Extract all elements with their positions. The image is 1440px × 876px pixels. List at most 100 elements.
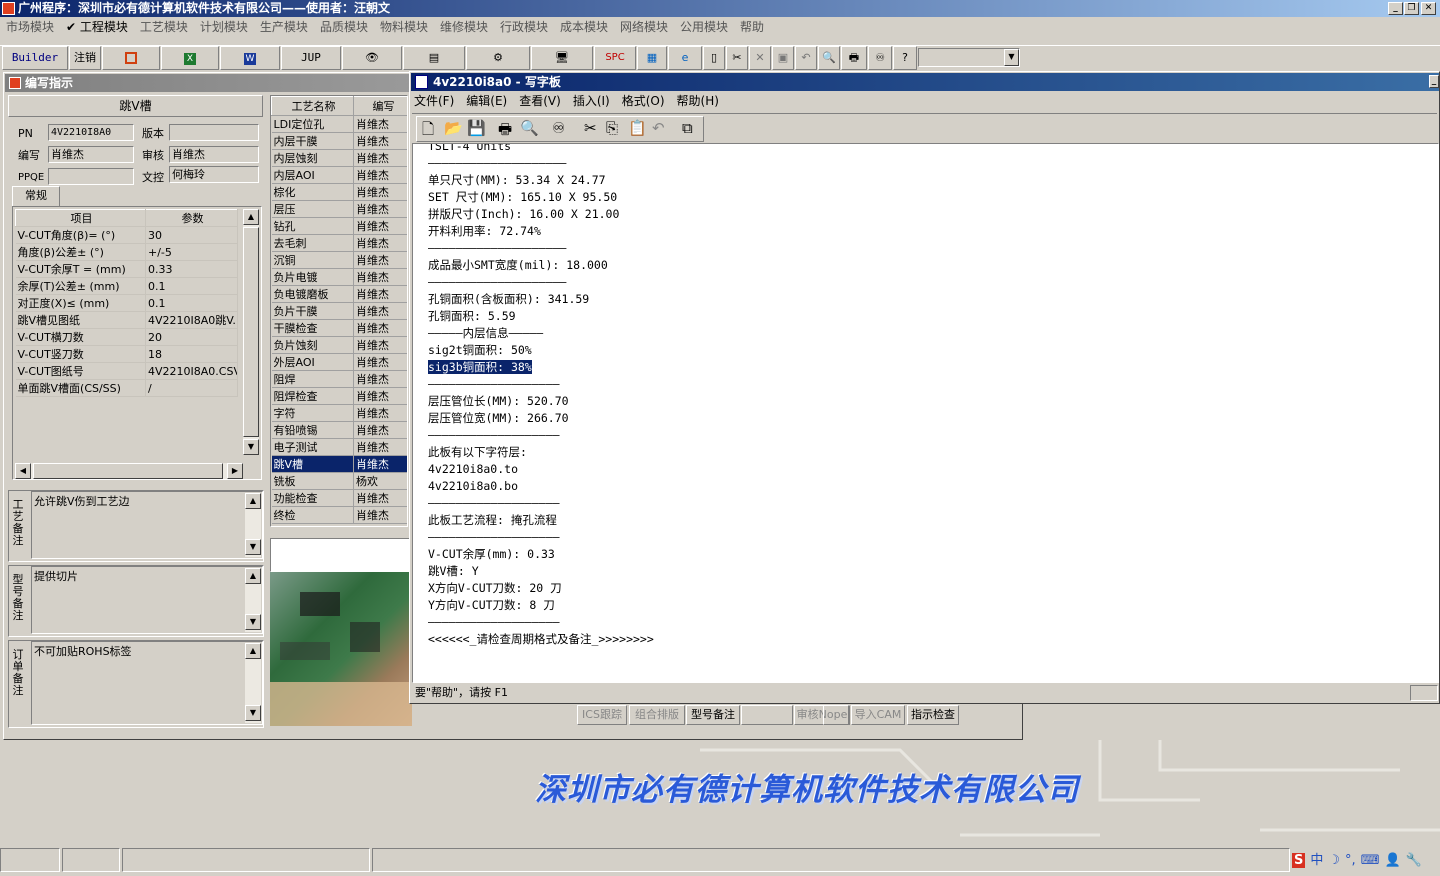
- computer-icon[interactable]: 🖥: [531, 46, 593, 70]
- process-name[interactable]: 电子测试: [271, 438, 354, 456]
- doc-control-field[interactable]: 何梅玲: [169, 166, 259, 183]
- process-name[interactable]: LDI定位孔: [271, 115, 354, 133]
- process-name[interactable]: 有铅喷锡: [271, 421, 354, 439]
- menu-item-6[interactable]: 物料模块: [380, 20, 428, 34]
- wordpad-menu-item[interactable]: 帮助(H): [677, 94, 719, 108]
- scroll-up-icon[interactable]: ▲: [245, 568, 261, 584]
- process-writer[interactable]: 肖维杰: [353, 234, 407, 252]
- process-name[interactable]: 干膜检查: [271, 319, 354, 337]
- process-name[interactable]: 内层蚀刻: [271, 149, 354, 167]
- note-text[interactable]: 不可加贴ROHS标签: [31, 641, 263, 725]
- logout-button[interactable]: 注销: [69, 46, 101, 70]
- print-preview-icon[interactable]: 🔍: [520, 119, 539, 137]
- process-row[interactable]: 沉铜 肖维杰: [271, 251, 407, 269]
- process-row[interactable]: 功能检查 肖维杰: [271, 489, 407, 507]
- bottom-tab-2[interactable]: 型号备注: [686, 705, 740, 725]
- note-scrollbar[interactable]: ▲ ▼: [245, 643, 261, 723]
- scissors-icon[interactable]: ✂: [726, 46, 748, 70]
- undo-icon[interactable]: ↶: [652, 119, 665, 137]
- process-writer[interactable]: 肖维杰: [353, 132, 407, 150]
- process-row[interactable]: 阻焊 肖维杰: [271, 370, 407, 388]
- process-writer[interactable]: 肖维杰: [353, 489, 407, 507]
- copy-icon[interactable]: ⎘: [606, 119, 618, 137]
- print-icon[interactable]: 🖶: [841, 46, 867, 70]
- param-name[interactable]: 对正度(X)≤ (mm): [15, 294, 146, 312]
- scroll-down-icon[interactable]: ▼: [245, 539, 261, 555]
- pn-field[interactable]: 4V2210I8A0: [48, 124, 134, 141]
- process-name[interactable]: 内层AOI: [271, 166, 354, 184]
- params-row[interactable]: 跳V槽见图纸 4V2210I8A0跳V...: [15, 311, 238, 329]
- menu-item-7[interactable]: 维修模块: [440, 20, 488, 34]
- process-row[interactable]: 钻孔 肖维杰: [271, 217, 407, 235]
- keyboard-icon[interactable]: ⌨: [1361, 853, 1380, 868]
- process-writer[interactable]: 肖维杰: [353, 217, 407, 235]
- hscroll-thumb[interactable]: [33, 463, 223, 479]
- powerpoint-icon[interactable]: [102, 46, 160, 70]
- user-icon[interactable]: 👤: [1384, 853, 1400, 868]
- params-row[interactable]: V-CUT横刀数 20: [15, 328, 238, 346]
- process-writer[interactable]: 肖维杰: [353, 438, 407, 456]
- bottom-tab-3[interactable]: [741, 705, 793, 725]
- param-value[interactable]: /: [145, 379, 238, 397]
- open-icon[interactable]: 📂: [444, 119, 463, 137]
- process-row[interactable]: 层压 肖维杰: [271, 200, 407, 218]
- params-header-item[interactable]: 项目: [15, 209, 146, 227]
- process-writer[interactable]: 肖维杰: [353, 455, 407, 473]
- scroll-left-icon[interactable]: ◀: [15, 463, 31, 479]
- close-button[interactable]: ✕: [1421, 2, 1436, 15]
- wordpad-menu-item[interactable]: 插入(I): [573, 94, 610, 108]
- process-row[interactable]: 内层干膜 肖维杰: [271, 132, 407, 150]
- process-name[interactable]: 外层AOI: [271, 353, 354, 371]
- wrench-icon[interactable]: 🔧: [1406, 853, 1422, 868]
- note-scrollbar[interactable]: ▲ ▼: [245, 568, 261, 632]
- param-name[interactable]: 余厚(T)公差± (mm): [15, 277, 146, 295]
- process-row[interactable]: LDI定位孔 肖维杰: [271, 115, 407, 133]
- image-caption-field[interactable]: [270, 538, 410, 572]
- param-name[interactable]: 单面跳V槽面(CS/SS): [15, 379, 146, 397]
- note-text[interactable]: 提供切片: [31, 566, 263, 634]
- preview-icon[interactable]: 🔍: [818, 46, 840, 70]
- scroll-up-icon[interactable]: ▲: [245, 643, 261, 659]
- menu-item-5[interactable]: 品质模块: [320, 20, 368, 34]
- params-header-value[interactable]: 参数: [145, 209, 238, 227]
- process-row[interactable]: 负电镀磨板 肖维杰: [271, 285, 407, 303]
- bottom-tab-1[interactable]: 组合排版: [629, 705, 685, 725]
- paste-icon[interactable]: 📋: [628, 119, 647, 137]
- process-writer[interactable]: 肖维杰: [353, 404, 407, 422]
- param-value[interactable]: 4V2210I8A0跳V...: [145, 311, 238, 329]
- process-row[interactable]: 跳V槽 肖维杰: [271, 455, 407, 473]
- delete-icon[interactable]: ✕: [749, 46, 771, 70]
- database-icon[interactable]: ▤: [403, 46, 465, 70]
- menu-item-12[interactable]: 帮助: [740, 20, 764, 34]
- param-value[interactable]: 20: [145, 328, 238, 346]
- process-row[interactable]: 内层蚀刻 肖维杰: [271, 149, 407, 167]
- moon-icon[interactable]: ☽: [1328, 853, 1340, 868]
- params-row[interactable]: 余厚(T)公差± (mm) 0.1: [15, 277, 238, 295]
- process-header-writer[interactable]: 编写: [353, 96, 407, 116]
- spc-button[interactable]: SPC: [594, 46, 636, 70]
- wordpad-menu-item[interactable]: 查看(V): [519, 94, 561, 108]
- find-icon[interactable]: ♾: [552, 119, 565, 137]
- process-row[interactable]: 负片蚀刻 肖维杰: [271, 336, 407, 354]
- tools-icon[interactable]: ⚙: [466, 46, 530, 70]
- process-writer[interactable]: 肖维杰: [353, 268, 407, 286]
- menu-item-10[interactable]: 网络模块: [620, 20, 668, 34]
- process-row[interactable]: 终检 肖维杰: [271, 506, 407, 524]
- param-value[interactable]: 0.33: [145, 260, 238, 278]
- version-field[interactable]: [169, 124, 259, 141]
- save-icon[interactable]: 💾: [467, 119, 486, 137]
- calendar-icon[interactable]: ▦: [637, 46, 667, 70]
- process-row[interactable]: 电子测试 肖维杰: [271, 438, 407, 456]
- process-name[interactable]: 负片蚀刻: [271, 336, 354, 354]
- process-row[interactable]: 负片干膜 肖维杰: [271, 302, 407, 320]
- new-icon[interactable]: 🗋: [422, 119, 434, 144]
- bottom-tab-0[interactable]: ICS跟踪: [577, 705, 627, 725]
- help-icon[interactable]: ?: [893, 46, 917, 70]
- param-value[interactable]: +/-5: [145, 243, 238, 261]
- process-row[interactable]: 去毛刺 肖维杰: [271, 234, 407, 252]
- menu-item-0[interactable]: 市场模块: [6, 20, 54, 34]
- params-row[interactable]: 角度(β)公差± (°) +/-5: [15, 243, 238, 261]
- process-writer[interactable]: 肖维杰: [353, 149, 407, 167]
- params-row[interactable]: 对正度(X)≤ (mm) 0.1: [15, 294, 238, 312]
- process-row[interactable]: 内层AOI 肖维杰: [271, 166, 407, 184]
